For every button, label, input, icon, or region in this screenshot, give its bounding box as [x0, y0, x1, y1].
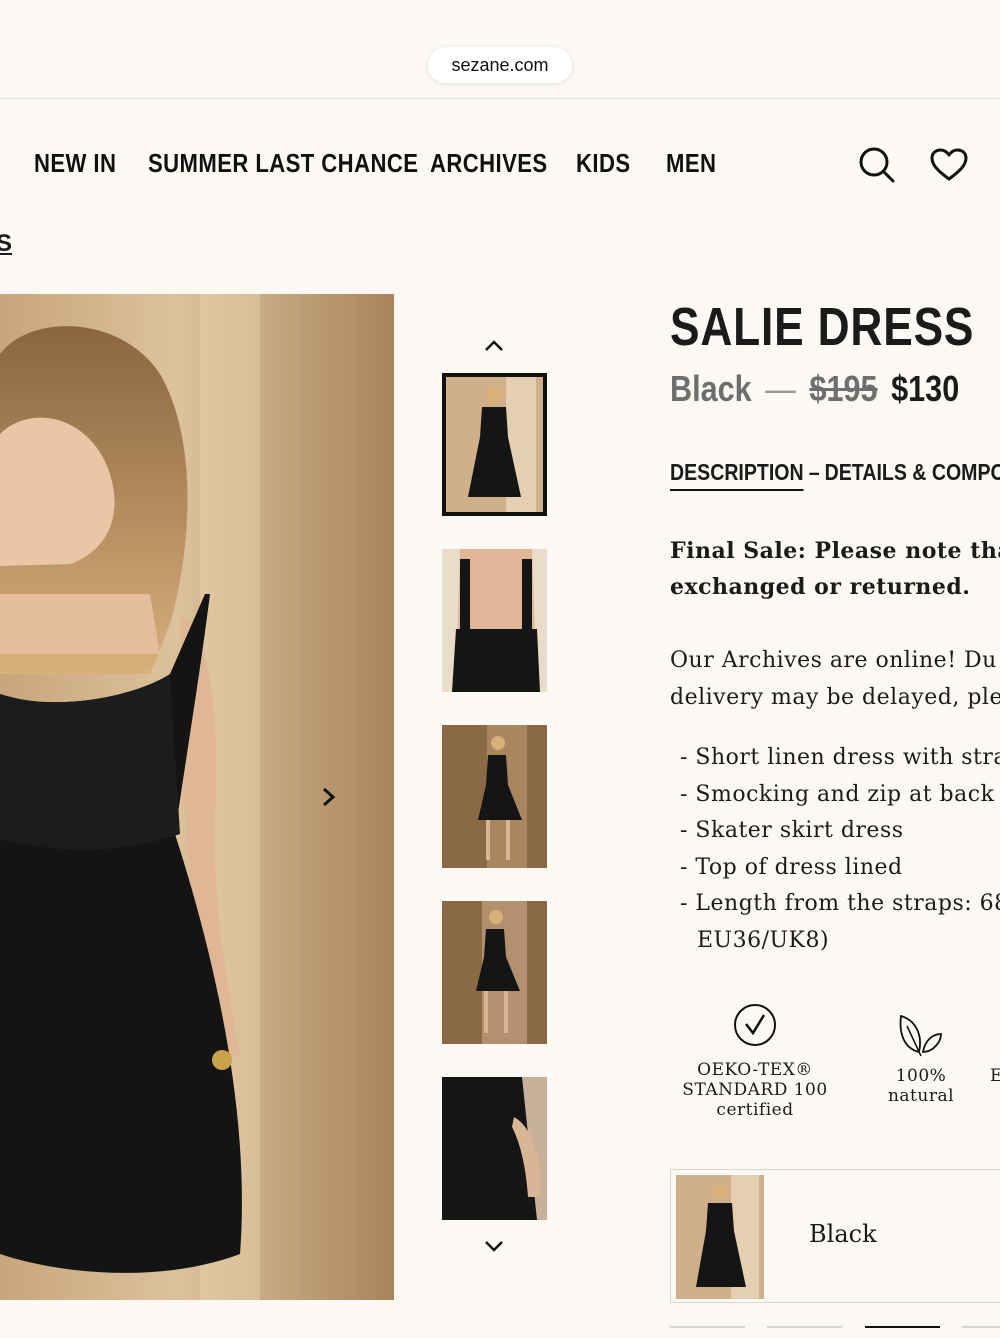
- check-circle-icon: [734, 1004, 776, 1046]
- next-image-arrow-icon[interactable]: [318, 784, 340, 810]
- badge-natural: 100% natural: [880, 1012, 962, 1106]
- thumbnail-4[interactable]: [442, 901, 547, 1044]
- badge-oeko-tex: OEKO-TEX® STANDARD 100 certified: [676, 1002, 834, 1120]
- feature-item: - Top of dress lined: [680, 854, 903, 880]
- browser-url-bar: sezane.com: [0, 0, 1000, 99]
- final-sale-line-2: exchanged or returned.: [670, 574, 971, 600]
- tab-details-composition[interactable]: DETAILS & COMPOSI: [825, 459, 1000, 485]
- thumbnail-5[interactable]: [442, 1077, 547, 1220]
- sale-price: $130: [891, 368, 960, 409]
- size-option[interactable]: [670, 1326, 745, 1338]
- feature-item-continued: EU36/UK8): [697, 927, 830, 953]
- feature-item: - Short linen dress with stra: [680, 745, 1000, 770]
- size-option[interactable]: [767, 1326, 842, 1338]
- search-icon[interactable]: [858, 146, 896, 184]
- size-option[interactable]: [962, 1326, 1000, 1338]
- badge-line: STANDARD 100: [682, 1080, 828, 1100]
- badge-line: OEKO-TEX®: [697, 1060, 813, 1080]
- thumbnail-1[interactable]: [442, 373, 547, 516]
- thumbnail-2-image: [442, 549, 547, 692]
- thumbnail-5-image: [442, 1077, 547, 1220]
- feature-item: - Smocking and zip at back: [680, 781, 995, 807]
- feature-item: - Skater skirt dress: [680, 818, 904, 843]
- badge-line: natural: [887, 1086, 955, 1106]
- archives-line-1: Our Archives are online! Du: [670, 648, 997, 673]
- thumbnail-3-image: [442, 725, 547, 868]
- url-pill[interactable]: sezane.com: [428, 47, 572, 83]
- badge-line: 100%: [895, 1066, 947, 1086]
- tab-description[interactable]: DESCRIPTION: [670, 459, 804, 491]
- product-color: Black: [670, 368, 752, 409]
- nav-item-summer-last-chance[interactable]: SUMMER LAST CHANCE: [148, 148, 418, 179]
- nav-item-men[interactable]: MEN: [666, 148, 716, 179]
- size-option-selected[interactable]: [865, 1326, 940, 1338]
- leaf-icon: [899, 1014, 942, 1057]
- thumbnails-down-chevron-icon[interactable]: [482, 1236, 506, 1258]
- swatch-photo: [676, 1175, 764, 1299]
- product-tabs: DESCRIPTION–DETAILS & COMPOSI: [670, 459, 1000, 491]
- tab-separator: –: [808, 459, 820, 485]
- color-swatch-selected[interactable]: Black: [670, 1169, 1000, 1303]
- badge-line: certified: [716, 1100, 794, 1120]
- final-sale-line-1: Final Sale: Please note that t: [670, 538, 1000, 564]
- thumbnail-1-image: [446, 377, 543, 512]
- swatch-label: Black: [809, 1220, 877, 1248]
- thumbnails-up-chevron-icon[interactable]: [482, 334, 506, 356]
- nav-item-kids[interactable]: KIDS: [576, 148, 631, 179]
- heart-icon[interactable]: [930, 148, 968, 182]
- thumbnail-4-image: [442, 901, 547, 1044]
- product-main-image[interactable]: [0, 294, 394, 1300]
- feature-item: - Length from the straps: 68: [680, 891, 1000, 916]
- badge-partial: E: [990, 1066, 1000, 1086]
- product-title: SALIE DRESS: [670, 297, 975, 357]
- thumbnail-2[interactable]: [442, 549, 547, 692]
- original-price: $195: [809, 368, 878, 409]
- nav-item-new-in[interactable]: NEW IN: [34, 148, 116, 179]
- price-row: Black — $195 $130: [670, 368, 959, 410]
- breadcrumb[interactable]: S: [0, 230, 12, 258]
- nav-item-archives[interactable]: ARCHIVES: [430, 148, 548, 179]
- thumbnail-3[interactable]: [442, 725, 547, 868]
- archives-line-2: delivery may be delayed, ple: [670, 685, 1000, 710]
- feature-list: - Short linen dress with stra - Smocking…: [680, 740, 1000, 959]
- price-separator: —: [765, 368, 796, 409]
- swatch-image: [676, 1175, 764, 1299]
- main-nav: NEW IN SUMMER LAST CHANCE ARCHIVES KIDS …: [0, 130, 1000, 200]
